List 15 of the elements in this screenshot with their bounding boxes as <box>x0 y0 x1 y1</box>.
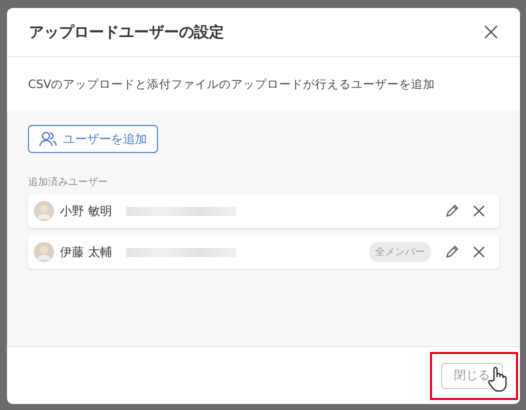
dialog-title: アップロードユーザーの設定 <box>29 22 224 42</box>
avatar-icon <box>34 201 54 221</box>
remove-icon[interactable] <box>473 205 485 217</box>
user-name: 小野 敏明 <box>60 202 112 220</box>
edit-icon[interactable] <box>445 204 459 218</box>
section-label: 追加済みユーザー <box>28 176 109 189</box>
avatar-icon <box>34 242 54 262</box>
dialog-description: CSVのアップロードと添付ファイルのアップロードが行えるユーザーを追加 <box>28 76 436 92</box>
add-user-button[interactable]: ユーザーを追加 <box>28 125 158 153</box>
edit-icon[interactable] <box>445 245 459 259</box>
member-tag: 全メンバー <box>369 242 431 262</box>
close-icon[interactable] <box>484 25 498 39</box>
users-icon <box>39 131 57 147</box>
remove-icon[interactable] <box>473 246 485 258</box>
user-name: 伊藤 太輔 <box>60 244 112 260</box>
